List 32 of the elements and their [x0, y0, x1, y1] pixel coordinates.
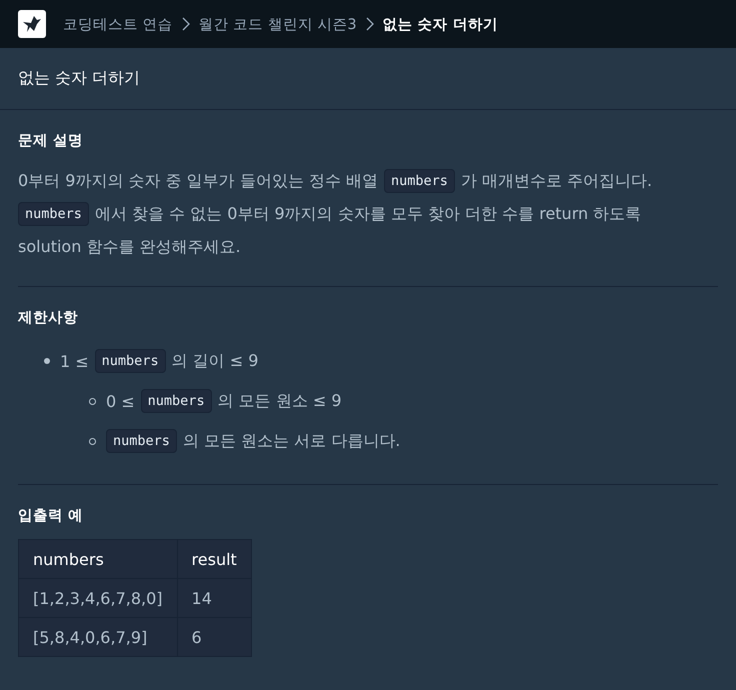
inline-code: numbers	[384, 168, 455, 192]
bullet-icon	[44, 358, 50, 364]
column-header: numbers	[18, 540, 178, 578]
description-text: 에서 찾을 수 없는 0부터 9까지의 숫자를 모두 찾아 더한 수를 return 하도록	[94, 203, 642, 225]
description-text: 0부터 9까지의 숫자 중 일부가 들어있는 정수 배열	[18, 170, 378, 192]
bullet-icon	[89, 438, 96, 444]
column-header: result	[177, 540, 252, 578]
section-heading: 문제 설명	[18, 132, 84, 150]
breadcrumb-link[interactable]: 코딩테스트 연습	[63, 14, 173, 34]
section-heading: 제한사항	[18, 309, 79, 327]
section-heading: 입출력 예	[18, 507, 84, 525]
description-text: 의 모든 원소 ≤ 9	[218, 390, 342, 412]
table-cell: [1,2,3,4,6,7,8,0]	[18, 578, 178, 618]
description-text: 의 모든 원소는 서로 다릅니다.	[182, 430, 400, 452]
inline-code: numbers	[18, 202, 89, 226]
description-text: solution 함수를 완성해주세요.	[18, 236, 241, 258]
inline-code: numbers	[140, 389, 212, 413]
chevron-right-icon	[366, 17, 374, 31]
description-text: 0 ≤	[106, 392, 135, 410]
table-cell: 14	[177, 578, 252, 618]
inline-code: numbers	[94, 349, 166, 373]
breadcrumb-link[interactable]: 월간 코드 챌린지 시즌3	[198, 14, 357, 34]
chevron-right-icon	[182, 17, 190, 31]
table-cell: [5,8,4,0,6,7,9]	[18, 618, 178, 656]
inline-code: numbers	[106, 429, 177, 453]
problem-title: 없는 숫자 더하기	[18, 68, 140, 89]
bullet-icon	[89, 398, 96, 404]
description-text: 의 길이 ≤ 9	[172, 350, 258, 372]
description-text: 가 매개변수로 주어집니다.	[460, 170, 652, 192]
breadcrumb-link[interactable]: 없는 숫자 더하기	[382, 14, 498, 34]
table-cell: 6	[177, 618, 252, 656]
description-text: 1 ≤	[60, 352, 89, 370]
